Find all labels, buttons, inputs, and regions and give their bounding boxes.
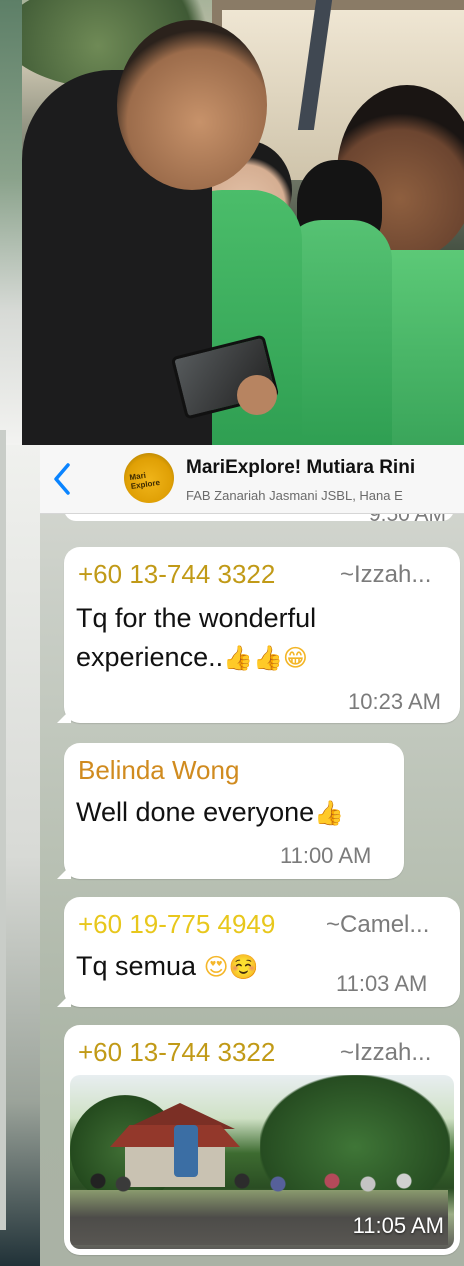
photo-instructor-head	[117, 20, 267, 190]
group-avatar[interactable]: Mari Explore	[124, 453, 174, 503]
message-sender-alias: ~Camel...	[326, 911, 430, 938]
background-photo-strip	[0, 0, 22, 445]
bubble-tail	[57, 993, 71, 1007]
message-time: 10:23 AM	[348, 689, 441, 714]
photo-hand	[237, 375, 277, 415]
message-text: Well done everyone👍	[76, 793, 396, 833]
message-text: Tq for the wonderful experience..👍👍😁	[76, 599, 446, 678]
message-sender[interactable]: +60 13-744 3322	[78, 559, 275, 590]
message-bubble[interactable]: +60 19-775 4949 ~Camel... Tq semua 😍☺️ 1…	[57, 897, 460, 1007]
message-text-line: Well done everyone	[76, 797, 315, 827]
background-photo-strip	[0, 445, 40, 1266]
message-emoji: 😍☺️	[203, 953, 259, 982]
background-divider	[0, 430, 6, 1230]
message-sender[interactable]: Belinda Wong	[78, 755, 239, 786]
message-text: Tq semua 😍☺️	[76, 947, 316, 987]
message-sender[interactable]: +60 13-744 3322	[78, 1037, 275, 1068]
message-text-line: Tq for the wonderful	[76, 603, 317, 633]
message-bubble[interactable]: +60 13-744 3322 ~Izzah... Tq for the won…	[57, 547, 460, 723]
message-sender-alias: ~Izzah...	[340, 561, 432, 588]
message-emoji: 👍👍😁	[223, 644, 308, 673]
chat-header: Mari Explore MariExplore! Mutiara Rini F…	[40, 445, 464, 514]
group-members[interactable]: FAB Zanariah Jasmani JSBL, Hana E	[186, 488, 464, 503]
message-time: 11:05 AM	[352, 1213, 444, 1238]
bubble-tail	[57, 709, 71, 723]
back-button[interactable]	[46, 459, 80, 499]
message-emoji: 👍	[314, 799, 345, 828]
message-bubble[interactable]: +60 13-744 3322 ~Izzah... 11:05 AM	[64, 1025, 460, 1255]
chevron-left-icon	[54, 463, 70, 495]
message-image[interactable]: 11:05 AM	[70, 1075, 454, 1249]
message-sender-alias: ~Izzah...	[340, 1039, 432, 1066]
group-name[interactable]: MariExplore! Mutiara Rini	[186, 457, 415, 479]
image-people	[80, 1157, 440, 1217]
message-sender[interactable]: +60 19-775 4949	[78, 909, 275, 940]
group-avatar-label: Mari Explore	[128, 470, 161, 491]
message-text-line: Tq semua	[76, 951, 197, 981]
message-time: 11:03 AM	[336, 971, 428, 996]
chat-screen: 9:50 AM Mari Explore MariExplore! Mutiar…	[40, 445, 464, 1266]
group-activity-photo	[22, 0, 464, 445]
message-text-line: experience..	[76, 642, 224, 672]
bubble-tail	[57, 865, 71, 879]
message-time: 11:00 AM	[280, 843, 372, 868]
message-bubble[interactable]: Belinda Wong Well done everyone👍 11:00 A…	[57, 743, 404, 879]
